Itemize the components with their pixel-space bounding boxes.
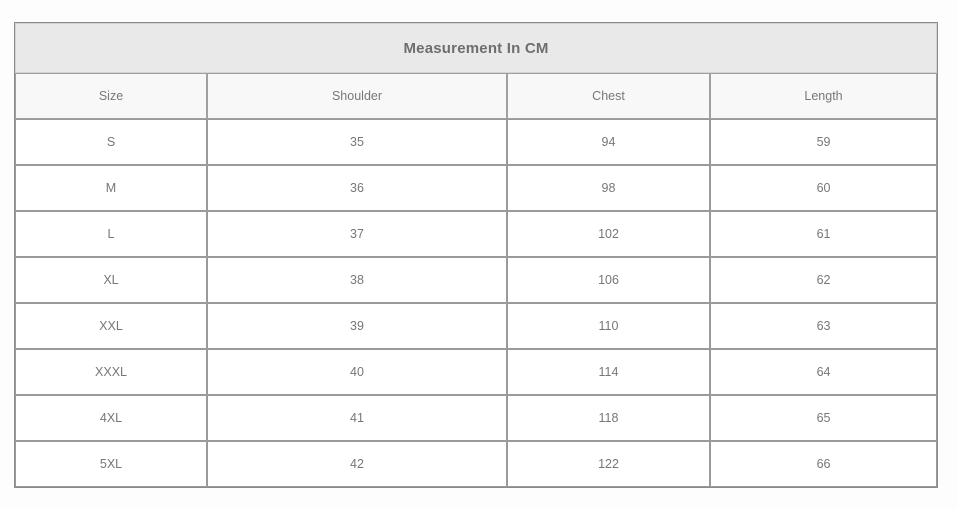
cell-shoulder: 36 [207, 165, 507, 211]
cell-shoulder: 35 [207, 119, 507, 165]
column-header-length: Length [710, 73, 938, 119]
table-header-row: Size Shoulder Chest Length [15, 73, 938, 119]
column-header-size: Size [15, 73, 207, 119]
table-title-row: Measurement In CM [15, 23, 938, 73]
cell-chest: 98 [507, 165, 710, 211]
cell-length: 60 [710, 165, 938, 211]
cell-length: 65 [710, 395, 938, 441]
table-row: XXXL 40 114 64 [15, 349, 938, 395]
cell-chest: 106 [507, 257, 710, 303]
cell-shoulder: 41 [207, 395, 507, 441]
cell-length: 64 [710, 349, 938, 395]
table-row: M 36 98 60 [15, 165, 938, 211]
size-chart-container: Measurement In CM Size Shoulder Chest Le… [0, 0, 958, 509]
cell-shoulder: 39 [207, 303, 507, 349]
table-row: XL 38 106 62 [15, 257, 938, 303]
cell-size: M [15, 165, 207, 211]
cell-size: 4XL [15, 395, 207, 441]
table-row: L 37 102 61 [15, 211, 938, 257]
table-row: XXL 39 110 63 [15, 303, 938, 349]
column-header-chest: Chest [507, 73, 710, 119]
cell-length: 62 [710, 257, 938, 303]
cell-shoulder: 37 [207, 211, 507, 257]
cell-shoulder: 40 [207, 349, 507, 395]
cell-shoulder: 42 [207, 441, 507, 487]
cell-chest: 122 [507, 441, 710, 487]
cell-length: 63 [710, 303, 938, 349]
cell-chest: 114 [507, 349, 710, 395]
cell-chest: 118 [507, 395, 710, 441]
cell-size: XXL [15, 303, 207, 349]
cell-size: XXXL [15, 349, 207, 395]
cell-size: XL [15, 257, 207, 303]
size-measurement-table: Measurement In CM Size Shoulder Chest Le… [14, 22, 939, 488]
cell-shoulder: 38 [207, 257, 507, 303]
cell-length: 66 [710, 441, 938, 487]
cell-chest: 94 [507, 119, 710, 165]
cell-chest: 102 [507, 211, 710, 257]
cell-size: L [15, 211, 207, 257]
table-title: Measurement In CM [15, 23, 938, 73]
cell-length: 59 [710, 119, 938, 165]
cell-length: 61 [710, 211, 938, 257]
table-row: S 35 94 59 [15, 119, 938, 165]
cell-size: 5XL [15, 441, 207, 487]
table-row: 5XL 42 122 66 [15, 441, 938, 487]
cell-size: S [15, 119, 207, 165]
cell-chest: 110 [507, 303, 710, 349]
table-row: 4XL 41 118 65 [15, 395, 938, 441]
column-header-shoulder: Shoulder [207, 73, 507, 119]
